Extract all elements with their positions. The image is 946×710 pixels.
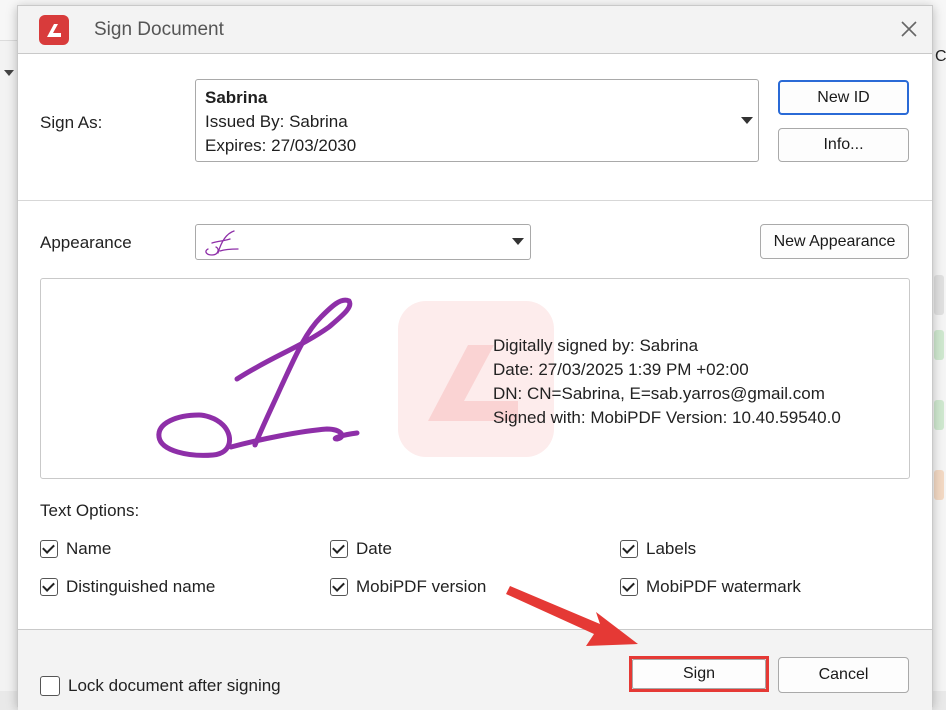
close-icon [901, 21, 917, 37]
checkbox-checked-icon [330, 578, 348, 596]
handwritten-signature [156, 297, 360, 458]
appearance-select[interactable] [195, 224, 531, 260]
mobipdf-logo-icon [39, 15, 69, 45]
dialog-footer: Lock document after signing Sign Cancel [18, 630, 932, 710]
signed-date-text: Date: 27/03/2025 1:39 PM +02:00 [493, 360, 749, 379]
option-distinguished-name-label: Distinguished name [66, 577, 216, 596]
background-text: C [935, 48, 946, 65]
cancel-button[interactable]: Cancel [778, 657, 909, 693]
lock-document-label: Lock document after signing [68, 676, 281, 695]
signed-dn-text: DN: CN=Sabrina, E=sab.yarros@gmail.com [493, 384, 825, 403]
sign-as-label: Sign As: [40, 113, 103, 132]
option-date-checkbox[interactable]: Date [330, 539, 392, 559]
option-name-label: Name [66, 539, 112, 558]
dialog-title: Sign Document [94, 19, 224, 40]
background-thumbnail [934, 330, 944, 360]
background-thumbnail [934, 470, 944, 500]
close-button[interactable] [896, 16, 922, 42]
signed-by-text: Digitally signed by: Sabrina [493, 336, 699, 355]
id-expires: Expires: 27/03/2030 [205, 136, 357, 155]
text-options-label: Text Options: [40, 501, 140, 520]
option-distinguished-name-checkbox[interactable]: Distinguished name [40, 577, 215, 597]
info-button[interactable]: Info... [778, 128, 909, 162]
appearance-section: Appearance New Appearance Digitally sign… [18, 201, 932, 630]
checkbox-checked-icon [40, 578, 58, 596]
id-name: Sabrina [205, 88, 268, 107]
background-side-panel [931, 40, 946, 691]
checkbox-unchecked-icon [40, 676, 60, 696]
annotation-arrow-icon [506, 586, 638, 646]
signature-preview: Digitally signed by: Sabrina Date: 27/03… [40, 278, 910, 479]
sign-document-dialog: Sign Document Sign As: Sabrina Issued By… [17, 5, 933, 710]
background-thumbnail [934, 400, 944, 430]
option-mobipdf-version-label: MobiPDF version [356, 577, 487, 596]
option-date-label: Date [356, 539, 392, 558]
option-labels-label: Labels [646, 539, 697, 558]
new-appearance-button[interactable]: New Appearance [760, 224, 909, 259]
id-issued-by: Issued By: Sabrina [205, 112, 348, 131]
signature-thumbnail-icon [205, 230, 239, 256]
signed-with-text: Signed with: MobiPDF Version: 10.40.5954… [493, 408, 841, 427]
chevron-down-icon [512, 238, 524, 245]
checkbox-checked-icon [620, 540, 638, 558]
lock-document-checkbox[interactable]: Lock document after signing [40, 676, 281, 696]
sign-button-highlight [629, 656, 769, 692]
sign-as-section: Sign As: Sabrina Issued By: Sabrina Expi… [18, 54, 932, 201]
chevron-down-icon [741, 117, 753, 124]
appearance-label: Appearance [40, 233, 132, 252]
option-mobipdf-watermark-label: MobiPDF watermark [646, 577, 801, 596]
checkbox-checked-icon [330, 540, 348, 558]
signature-details: Digitally signed by: Sabrina Date: 27/03… [493, 334, 841, 430]
checkbox-checked-icon [40, 540, 58, 558]
digital-id-select[interactable]: Sabrina Issued By: Sabrina Expires: 27/0… [195, 79, 759, 162]
option-mobipdf-version-checkbox[interactable]: MobiPDF version [330, 577, 486, 597]
new-id-button[interactable]: New ID [778, 80, 909, 115]
option-name-checkbox[interactable]: Name [40, 539, 111, 559]
background-thumbnail [934, 275, 944, 315]
dialog-titlebar: Sign Document [18, 6, 932, 54]
background-dropdown-caret-icon [4, 70, 14, 76]
option-labels-checkbox[interactable]: Labels [620, 539, 696, 559]
